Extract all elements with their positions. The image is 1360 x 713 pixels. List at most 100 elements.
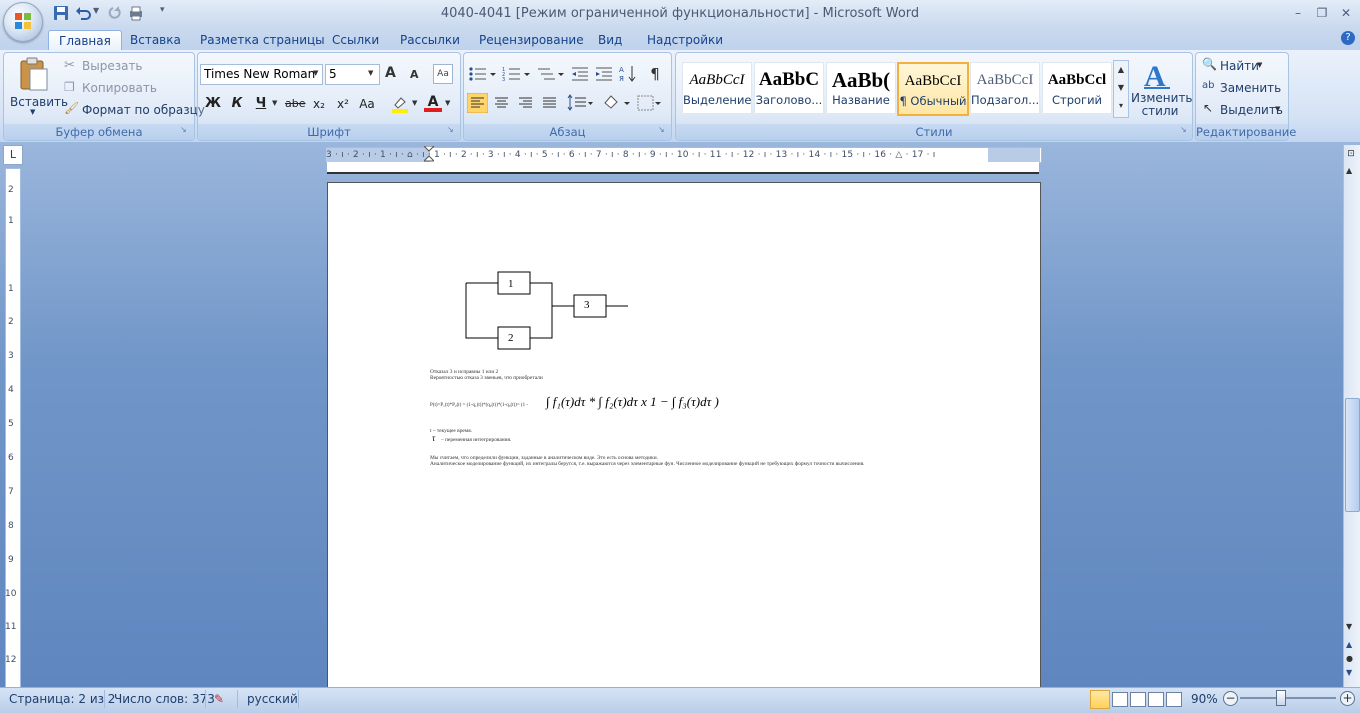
diagram-block-1-label: 1 (508, 278, 514, 290)
style-title[interactable]: AaBb(Название (826, 62, 896, 114)
font-color-icon[interactable]: A (424, 94, 442, 114)
select-browse-object-icon[interactable]: ● (1346, 654, 1353, 663)
multilevel-list-icon[interactable] (536, 65, 566, 83)
grow-font-button[interactable]: A (385, 65, 396, 81)
tab-references[interactable]: Ссылки (322, 30, 389, 50)
copy-button[interactable]: Копировать (82, 78, 157, 98)
font-size-dropdown-icon[interactable]: ▼ (368, 69, 373, 77)
show-formatting-marks-icon[interactable]: ¶ (645, 64, 665, 84)
align-left-icon[interactable] (467, 93, 488, 113)
tab-mailings[interactable]: Рассылки (390, 30, 470, 50)
font-name-box[interactable]: Times New Roman (200, 64, 323, 85)
align-right-icon[interactable] (515, 93, 536, 113)
page-indicator[interactable]: Страница: 2 из 2 (9, 690, 115, 708)
replace-button[interactable]: Заменить (1220, 78, 1281, 98)
paste-icon[interactable] (18, 56, 50, 92)
style-strong[interactable]: AaBbCcl Строгий (1042, 62, 1112, 114)
find-button[interactable]: Найти (1220, 56, 1259, 76)
next-page-icon[interactable]: ▼ (1346, 668, 1352, 677)
word-count[interactable]: Число слов: 373 (114, 690, 215, 708)
highlight-icon[interactable] (391, 95, 409, 113)
close-button[interactable]: ✕ (1333, 4, 1359, 22)
font-color-dropdown-icon[interactable]: ▼ (445, 99, 450, 107)
superscript-button[interactable]: x² (332, 93, 354, 115)
tau-symbol: τ (432, 433, 436, 443)
italic-button[interactable]: К (226, 93, 248, 115)
select-dropdown-icon[interactable]: ▼ (1275, 105, 1280, 113)
shading-icon[interactable] (600, 93, 632, 113)
proofing-icon[interactable]: ✎ (214, 690, 224, 708)
borders-icon[interactable] (636, 93, 664, 113)
prev-page-icon[interactable]: ▲ (1346, 640, 1352, 649)
office-button[interactable] (3, 2, 43, 42)
view-ruler-icon[interactable]: ⊡ (1345, 149, 1357, 161)
numbering-icon[interactable]: 123 (502, 65, 532, 83)
draft-view-icon[interactable] (1166, 692, 1182, 707)
clear-formatting-icon[interactable]: Aa (433, 64, 453, 84)
style-emphasis[interactable]: AaBbCcI Выделение (682, 62, 752, 114)
change-styles-icon[interactable]: A (1140, 58, 1176, 92)
scroll-thumb[interactable] (1345, 398, 1360, 512)
zoom-out-icon[interactable]: − (1223, 691, 1238, 706)
underline-dropdown-icon[interactable]: ▼ (272, 99, 277, 107)
zoom-in-icon[interactable]: + (1340, 691, 1355, 706)
vruler-num: 4 (8, 385, 14, 395)
bold-button[interactable]: Ж (202, 93, 224, 115)
language-indicator[interactable]: русский (247, 690, 298, 708)
align-center-icon[interactable] (491, 93, 512, 113)
paste-dropdown-icon[interactable]: ▼ (30, 108, 35, 116)
cut-button[interactable]: Вырезать (82, 56, 143, 76)
tab-review[interactable]: Рецензирование (469, 30, 594, 50)
highlight-dropdown-icon[interactable]: ▼ (412, 99, 417, 107)
status-separator (104, 690, 105, 708)
paragraph-launcher-icon[interactable]: ↘ (658, 125, 665, 134)
tab-home[interactable]: Главная (48, 30, 122, 51)
scroll-up-icon[interactable]: ▲ (1346, 166, 1352, 175)
outline-view-icon[interactable] (1148, 692, 1164, 707)
tab-insert[interactable]: Вставка (120, 30, 191, 50)
line-spacing-icon[interactable] (566, 93, 594, 113)
scroll-down-icon[interactable]: ▼ (1346, 622, 1352, 631)
style-normal[interactable]: AaBbCcI ¶ Обычный (897, 62, 969, 116)
clipboard-launcher-icon[interactable]: ↘ (180, 125, 187, 134)
style-subtitle[interactable]: AaBbCcI Подзагол... (970, 62, 1040, 114)
print-layout-view-icon[interactable] (1090, 690, 1110, 709)
formula-prefix: P(t)=P₁(t)*P₂(t) = (1-q₁(t))*(q₂(t))*(1-… (430, 403, 528, 408)
format-painter-button[interactable]: Формат по образцу (82, 100, 205, 120)
styles-scroll[interactable]: ▲ ▼ ▾ (1113, 60, 1129, 118)
subscript-button[interactable]: x₂ (308, 93, 330, 115)
decrease-indent-icon[interactable] (570, 65, 590, 83)
find-dropdown-icon[interactable]: ▼ (1257, 61, 1262, 69)
zoom-slider-thumb[interactable] (1276, 690, 1286, 706)
help-icon[interactable]: ? (1341, 31, 1355, 45)
style-heading1[interactable]: AaBbC Заголово... (754, 62, 824, 114)
change-styles-button[interactable]: Изменить стили (1131, 92, 1193, 120)
strikethrough-button[interactable]: abe (284, 93, 306, 115)
restore-button[interactable]: ❐ (1309, 4, 1335, 22)
full-screen-reading-view-icon[interactable] (1112, 692, 1128, 707)
change-case-button[interactable]: Aa (356, 93, 378, 115)
justify-icon[interactable] (539, 93, 560, 113)
shrink-font-button[interactable]: A (410, 68, 419, 81)
font-name-dropdown-icon[interactable]: ▼ (313, 69, 318, 77)
bullets-icon[interactable] (468, 65, 498, 83)
increase-indent-icon[interactable] (594, 65, 614, 83)
web-layout-view-icon[interactable] (1130, 692, 1146, 707)
tab-selector-icon[interactable]: L (3, 145, 23, 165)
font-launcher-icon[interactable]: ↘ (447, 125, 454, 134)
vruler-num: 5 (8, 419, 14, 429)
select-button[interactable]: Выделить (1220, 100, 1283, 120)
zoom-level[interactable]: 90% (1191, 690, 1218, 708)
underline-button[interactable]: Ч (250, 93, 272, 115)
tab-view[interactable]: Вид (588, 30, 632, 50)
minimize-button[interactable]: – (1285, 4, 1311, 22)
styles-launcher-icon[interactable]: ↘ (1180, 125, 1187, 134)
tab-addins[interactable]: Надстройки (637, 30, 733, 50)
indent-marker-icon[interactable] (422, 145, 436, 162)
zoom-slider-track[interactable] (1240, 697, 1336, 699)
status-separator (237, 690, 238, 708)
styles-group-label: Стили (676, 124, 1192, 140)
tab-page-layout[interactable]: Разметка страницы (190, 30, 335, 50)
sort-icon[interactable]: AЯ (618, 64, 638, 84)
diagram-block-2-label: 2 (508, 332, 514, 344)
